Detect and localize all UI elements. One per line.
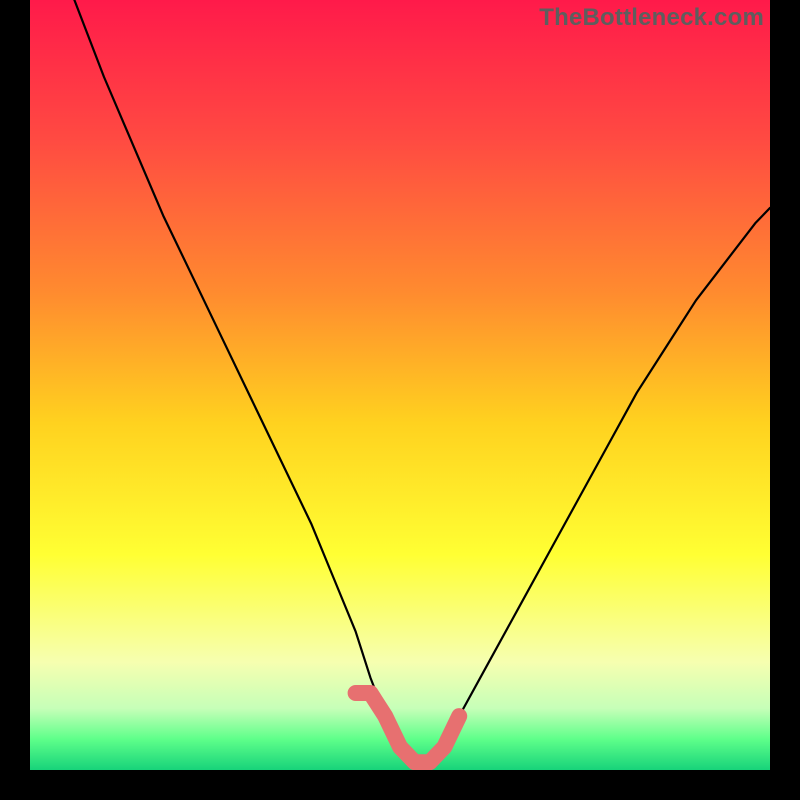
curve-layer xyxy=(30,0,770,770)
plot-area xyxy=(30,0,770,770)
watermark-text: TheBottleneck.com xyxy=(539,4,764,32)
bottleneck-curve xyxy=(74,0,770,762)
optimal-zone-marker xyxy=(356,693,460,762)
chart-frame: TheBottleneck.com xyxy=(0,0,800,800)
